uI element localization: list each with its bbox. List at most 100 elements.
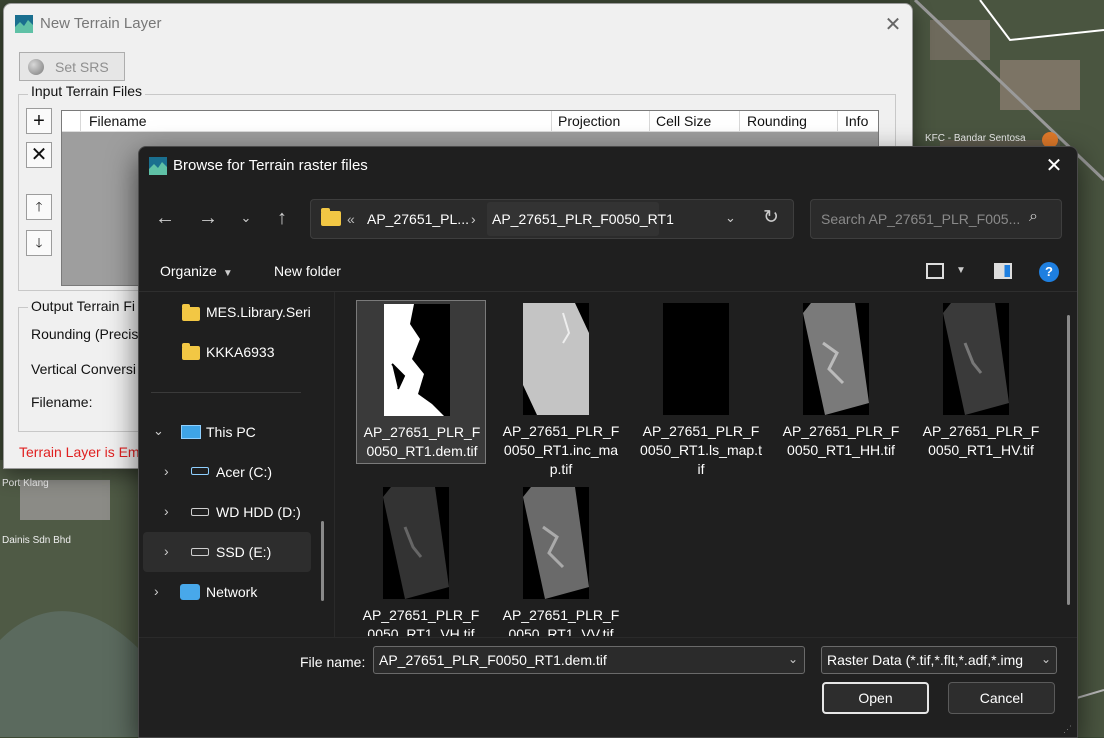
organize-menu[interactable]: Organize ▼ <box>160 263 233 279</box>
refresh-icon[interactable]: ↻ <box>763 206 779 229</box>
chevron-down-icon[interactable]: ⌄ <box>788 652 798 666</box>
file-name: AP_27651_PLR_F0050_RT1_HV.tif <box>922 423 1040 458</box>
error-message: Terrain Layer is Em <box>19 444 140 460</box>
file-name: AP_27651_PLR_F0050_RT1.dem.tif <box>363 424 481 459</box>
file-tile-hh[interactable]: AP_27651_PLR_F0050_RT1_HH.tif <box>776 300 906 464</box>
search-icon: ⌕ <box>1029 208 1038 225</box>
content-scrollbar[interactable] <box>1067 315 1070 605</box>
toolbar-divider <box>139 291 1077 292</box>
column-info[interactable]: Info <box>845 113 868 129</box>
column-projection[interactable]: Projection <box>558 113 620 129</box>
table-header: Filename Projection Cell Size Rounding I… <box>62 111 878 132</box>
column-filename[interactable]: Filename <box>89 113 147 129</box>
ls-map-thumbnail <box>663 303 729 415</box>
close-button[interactable]: ✕ <box>1039 153 1069 179</box>
nav-drive-d[interactable]: WD HDD (D:) <box>216 504 301 520</box>
back-button[interactable]: ← <box>152 205 178 231</box>
plus-icon: + <box>33 110 45 132</box>
vertical-conversion-label: Vertical Conversi <box>31 361 137 377</box>
chevron-right-icon[interactable]: › <box>164 463 169 479</box>
globe-icon <box>28 59 44 75</box>
breadcrumb-parent[interactable]: AP_27651_PL... <box>367 211 469 227</box>
breadcrumb-separator: › <box>471 211 476 227</box>
chevron-down-icon[interactable]: ⌄ <box>153 423 164 439</box>
chevron-right-icon[interactable]: › <box>164 503 169 519</box>
preview-pane-icon[interactable] <box>994 263 1012 279</box>
remove-file-button[interactable]: ✕ <box>26 142 52 168</box>
output-group-legend: Output Terrain Fi <box>28 298 139 314</box>
add-file-button[interactable]: + <box>26 108 52 134</box>
close-button[interactable]: ✕ <box>880 13 906 39</box>
file-name-label: File name: <box>300 654 366 670</box>
dialog-title: Browse for Terrain raster files <box>173 157 368 174</box>
arrow-down-icon: 🡓 <box>35 235 43 250</box>
breadcrumb-overflow[interactable]: « <box>347 211 355 227</box>
move-down-button[interactable]: 🡓 <box>26 230 52 256</box>
chevron-down-icon[interactable]: ⌄ <box>725 210 736 226</box>
folder-icon <box>321 208 341 226</box>
caret-down-icon[interactable]: ▼ <box>956 265 966 276</box>
file-name: AP_27651_PLR_F0050_RT1_HH.tif <box>782 423 900 458</box>
arrow-up-icon: 🡑 <box>35 199 43 214</box>
pane-splitter[interactable] <box>334 292 335 637</box>
file-tile-ls-map[interactable]: AP_27651_PLR_F0050_RT1.ls_map.tif <box>636 300 766 477</box>
resize-grip-icon[interactable]: ⋰ <box>1063 724 1073 734</box>
file-type-value: Raster Data (*.tif,*.flt,*.adf,*.img <box>827 652 1024 668</box>
move-up-button[interactable]: 🡑 <box>26 194 52 220</box>
file-selection-panel: File name: AP_27651_PLR_F0050_RT1.dem.ti… <box>139 637 1077 737</box>
address-bar[interactable]: « AP_27651_PL... › AP_27651_PLR_F0050_RT… <box>310 199 794 239</box>
chevron-right-icon[interactable]: › <box>164 543 169 559</box>
filename-label: Filename: <box>31 394 93 410</box>
dem-thumbnail <box>384 304 450 416</box>
file-tile-vv[interactable]: AP_27651_PLR_F0050_RT1_VV.tif <box>496 484 626 636</box>
app-icon <box>15 15 33 33</box>
view-mode-icon[interactable] <box>926 263 944 279</box>
file-name: AP_27651_PLR_F0050_RT1_VV.tif <box>502 607 620 636</box>
file-type-filter[interactable]: Raster Data (*.tif,*.flt,*.adf,*.img ⌄ <box>821 646 1057 674</box>
file-tile-hv[interactable]: AP_27651_PLR_F0050_RT1_HV.tif <box>916 300 1046 464</box>
nav-network[interactable]: Network <box>206 584 257 600</box>
nav-folder-mes-library[interactable]: MES.Library.Seri <box>206 304 311 320</box>
file-name-input[interactable]: AP_27651_PLR_F0050_RT1.dem.tif ⌄ <box>373 646 805 674</box>
file-tile-dem[interactable]: AP_27651_PLR_F0050_RT1.dem.tif <box>356 300 486 464</box>
chevron-right-icon[interactable]: › <box>154 583 159 599</box>
dialog-title: New Terrain Layer <box>40 15 162 32</box>
network-icon <box>180 584 200 600</box>
column-cell-size[interactable]: Cell Size <box>656 113 711 129</box>
arrow-right-icon: → <box>198 207 218 229</box>
forward-button[interactable]: → <box>195 205 221 231</box>
new-folder-button[interactable]: New folder <box>274 263 341 279</box>
folder-icon <box>182 304 200 321</box>
drive-c-icon <box>191 467 209 475</box>
help-icon[interactable]: ? <box>1039 262 1059 282</box>
nav-scrollbar[interactable] <box>321 521 324 601</box>
app-icon <box>149 157 167 175</box>
nav-drive-c[interactable]: Acer (C:) <box>216 464 272 480</box>
column-rounding[interactable]: Rounding <box>747 113 807 129</box>
search-box[interactable]: Search AP_27651_PLR_F005... ⌕ <box>810 199 1062 239</box>
nav-separator <box>151 392 301 393</box>
nav-this-pc[interactable]: This PC <box>206 424 256 440</box>
nav-folder-kkka6933[interactable]: KKKA6933 <box>206 344 275 360</box>
up-button[interactable]: ↑ <box>269 205 295 231</box>
organize-label: Organize <box>160 263 217 279</box>
inc-map-thumbnail <box>523 303 589 415</box>
set-srs-button[interactable]: Set SRS ... <box>19 52 125 91</box>
file-tile-inc-map[interactable]: AP_27651_PLR_F0050_RT1.inc_map.tif <box>496 300 626 477</box>
breadcrumb-current[interactable]: AP_27651_PLR_F0050_RT1 <box>492 211 674 227</box>
recent-locations-button[interactable]: ⌄ <box>233 205 259 231</box>
file-tile-vh[interactable]: AP_27651_PLR_F0050_RT1_VH.tif <box>356 484 486 636</box>
nav-drive-e[interactable]: SSD (E:) <box>216 544 271 560</box>
hv-thumbnail <box>943 303 1009 415</box>
file-name: AP_27651_PLR_F0050_RT1_VH.tif <box>362 607 480 636</box>
cancel-button[interactable]: Cancel <box>948 682 1055 714</box>
rounding-label: Rounding (Precis <box>31 326 139 342</box>
map-label-port-klang: Port Klang <box>2 478 49 489</box>
open-button[interactable]: Open <box>822 682 929 714</box>
vh-thumbnail <box>383 487 449 599</box>
search-placeholder: Search AP_27651_PLR_F005... <box>821 211 1021 227</box>
drive-d-icon <box>191 508 209 516</box>
chevron-down-icon: ⌄ <box>1040 652 1051 666</box>
file-name: AP_27651_PLR_F0050_RT1.ls_map.tif <box>640 423 762 477</box>
close-icon: ✕ <box>1045 155 1063 177</box>
